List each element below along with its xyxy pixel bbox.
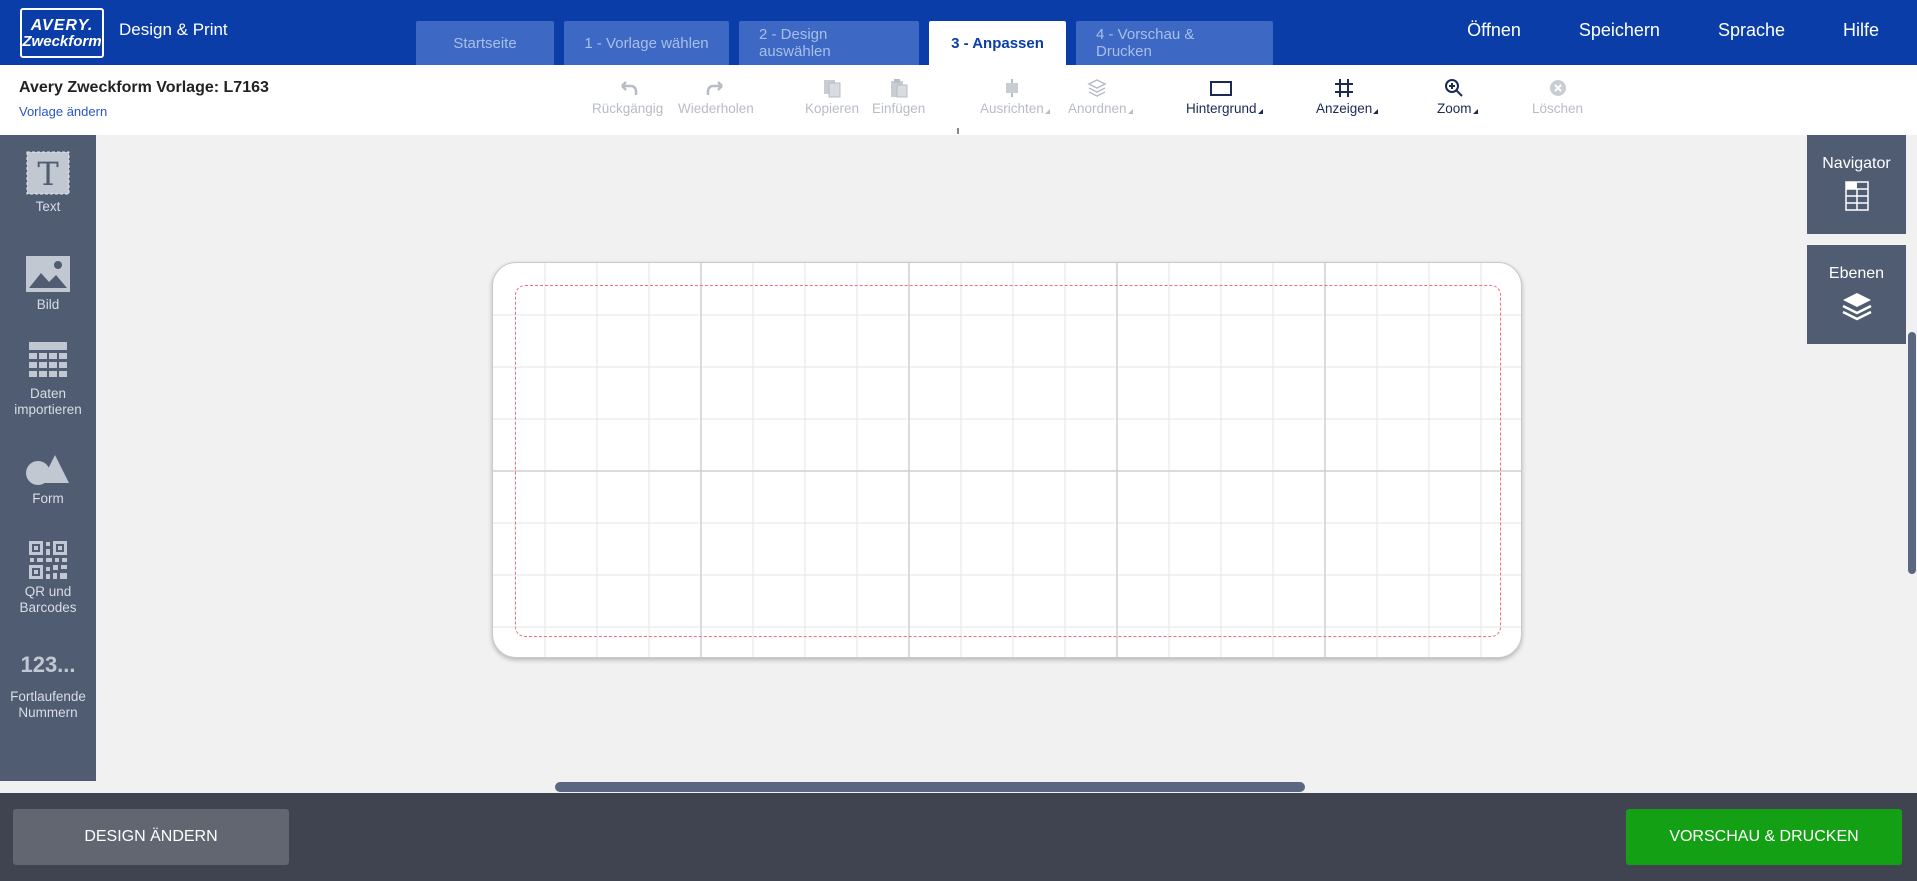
- copy-button[interactable]: Kopieren: [805, 75, 859, 116]
- nav-speichern[interactable]: Speichern: [1579, 20, 1660, 41]
- delete-label: Löschen: [1532, 101, 1584, 116]
- paste-label: Einfügen: [872, 101, 926, 116]
- top-header: AVERY. Zweckform Design & Print Startsei…: [0, 0, 1917, 65]
- svg-text:T: T: [37, 155, 59, 193]
- sidebar-label-text: Text: [35, 199, 61, 214]
- label-canvas[interactable]: [492, 262, 1522, 658]
- vertical-scroll-thumb[interactable]: [1908, 332, 1916, 574]
- sidebar-label-numbering: Fortlaufende Nummern: [10, 689, 86, 720]
- sidebar-item-image[interactable]: Bild: [0, 255, 96, 313]
- align-button[interactable]: Ausrichten: [980, 75, 1050, 116]
- zoom-icon: [1443, 75, 1465, 101]
- sidebar-item-qr-barcodes[interactable]: QR und Barcodes: [0, 540, 96, 616]
- arrange-button[interactable]: Anordnen: [1068, 75, 1133, 116]
- view-dropdown-caret: [1373, 109, 1379, 114]
- horizontal-scroll-thumb[interactable]: [555, 782, 1305, 792]
- text-icon: T: [26, 151, 70, 195]
- numbering-icon: 123...: [20, 645, 75, 685]
- numbering-glyph: 123...: [20, 652, 76, 677]
- image-icon: [25, 255, 71, 293]
- preview-print-button[interactable]: VORSCHAU & DRUCKEN: [1626, 809, 1902, 865]
- nav-sprache[interactable]: Sprache: [1718, 20, 1785, 41]
- redo-icon: [705, 75, 727, 101]
- change-template-link[interactable]: Vorlage ändern: [19, 104, 107, 119]
- safe-area-border: [515, 285, 1501, 637]
- sidebar-item-shape[interactable]: Form: [0, 451, 96, 507]
- tab-anpassen[interactable]: 3 - Anpassen: [929, 21, 1066, 65]
- navigator-icon: [1844, 181, 1869, 216]
- tab-design-auswaehlen[interactable]: 2 - Design auswählen: [739, 21, 919, 65]
- shape-icon: [25, 451, 71, 487]
- sidebar-item-numbering[interactable]: 123... Fortlaufende Nummern: [0, 645, 96, 721]
- editor-toolbar: Avery Zweckform Vorlage: L7163 Vorlage ä…: [0, 65, 1917, 135]
- arrange-label: Anordnen: [1068, 101, 1127, 116]
- copy-icon: [821, 75, 843, 101]
- copy-label: Kopieren: [805, 101, 860, 116]
- nav-hilfe[interactable]: Hilfe: [1843, 20, 1879, 41]
- paste-icon: [888, 75, 910, 101]
- align-icon: [1001, 75, 1023, 101]
- sidebar-label-shape: Form: [32, 491, 64, 506]
- view-label: Anzeigen: [1316, 101, 1373, 116]
- background-button[interactable]: Hintergrund: [1186, 75, 1263, 116]
- zoom-label: Zoom: [1437, 101, 1472, 116]
- tab-vorlage-waehlen[interactable]: 1 - Vorlage wählen: [564, 21, 729, 65]
- zoom-dropdown-caret: [1472, 109, 1478, 114]
- navigator-label: Navigator: [1822, 155, 1891, 172]
- background-dropdown-caret: [1257, 109, 1263, 114]
- qr-code-icon: [28, 540, 68, 580]
- redo-label: Wiederholen: [678, 101, 754, 116]
- data-import-icon: [27, 340, 69, 382]
- undo-label: Rückgängig: [592, 101, 664, 116]
- top-nav: Öffnen Speichern Sprache Hilfe: [1467, 20, 1879, 41]
- tab-startseite[interactable]: Startseite: [416, 21, 554, 65]
- layers-label: Ebenen: [1828, 265, 1885, 282]
- zoom-button[interactable]: Zoom: [1437, 75, 1478, 116]
- template-title: Avery Zweckform Vorlage: L7163: [19, 79, 269, 96]
- align-dropdown-caret: [1044, 109, 1050, 114]
- paste-button[interactable]: Einfügen: [872, 75, 925, 116]
- view-button[interactable]: Anzeigen: [1316, 75, 1379, 116]
- layers-icon: [1841, 291, 1873, 326]
- arrange-icon: [1086, 75, 1108, 101]
- undo-button[interactable]: Rückgängig: [592, 75, 663, 116]
- redo-button[interactable]: Wiederholen: [678, 75, 754, 116]
- avery-zweckform-logo[interactable]: AVERY. Zweckform: [20, 8, 104, 58]
- app-name: Design & Print: [119, 20, 228, 39]
- logo-line-2: Zweckform: [22, 32, 102, 50]
- align-label: Ausrichten: [980, 101, 1044, 116]
- background-label: Hintergrund: [1186, 101, 1257, 116]
- step-tabs: Startseite 1 - Vorlage wählen 2 - Design…: [416, 21, 1273, 65]
- undo-icon: [617, 75, 639, 101]
- navigator-panel-button[interactable]: Navigator: [1807, 135, 1906, 234]
- background-icon: [1209, 75, 1233, 101]
- sidebar-label-data-import: Daten importieren: [14, 386, 82, 417]
- sidebar-item-data-import[interactable]: Daten importieren: [0, 340, 96, 418]
- sidebar-label-qr-barcodes: QR und Barcodes: [19, 584, 77, 615]
- grid-icon: [1333, 75, 1355, 101]
- delete-icon: [1547, 75, 1569, 101]
- ruler-tick: [957, 128, 959, 134]
- footer-bar: DESIGN ÄNDERN VORSCHAU & DRUCKEN: [0, 793, 1917, 881]
- sidebar-label-image: Bild: [36, 297, 60, 312]
- layers-panel-button[interactable]: Ebenen: [1807, 245, 1906, 344]
- change-design-button[interactable]: DESIGN ÄNDERN: [13, 809, 289, 865]
- sidebar-item-text[interactable]: T Text: [0, 151, 96, 215]
- delete-button[interactable]: Löschen: [1532, 75, 1583, 116]
- nav-oeffnen[interactable]: Öffnen: [1467, 20, 1521, 41]
- arrange-dropdown-caret: [1127, 109, 1133, 114]
- left-sidebar: T Text Bild Daten importieren Form QR un…: [0, 135, 96, 781]
- vertical-scrollbar[interactable]: [1906, 135, 1917, 781]
- tab-vorschau-drucken[interactable]: 4 - Vorschau & Drucken: [1076, 21, 1273, 65]
